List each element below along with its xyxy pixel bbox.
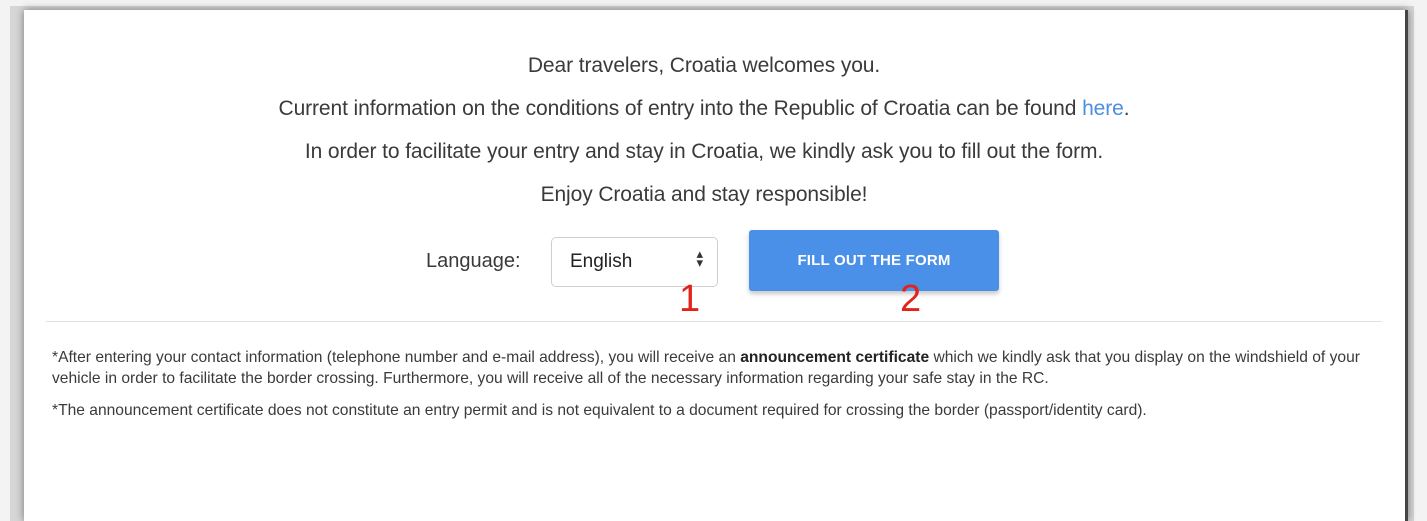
welcome-line: Dear travelers, Croatia welcomes you. (527, 54, 881, 77)
up-down-arrows-icon: ▴ ▾ (696, 246, 703, 270)
entry-info-line: Current information on the conditions of… (24, 87, 1384, 130)
certificate-note: *After entering your contact information… (52, 347, 1387, 389)
notes-section: *After entering your contact information… (52, 347, 1387, 432)
certificate-term: announcement certificate (740, 349, 930, 366)
certificate-note-text: *After entering your contact information… (52, 349, 741, 366)
entry-info-link[interactable]: here (1082, 97, 1124, 120)
entry-info-text: Current information on the conditions of… (278, 97, 1083, 120)
disclaimer-note: *The announcement certificate does not c… (52, 402, 1147, 419)
annotation-marker-1: 1 (679, 278, 701, 320)
annotation-marker-2: 2 (900, 278, 922, 320)
language-label: Language: (426, 250, 521, 272)
form-controls: Language: English ▴ ▾ FILL OUT THE FORM (24, 230, 1384, 292)
entry-info-period: . (1123, 97, 1130, 120)
welcome-panel: Dear travelers, Croatia welcomes you. Cu… (24, 10, 1408, 521)
divider (46, 321, 1382, 322)
intro-text: Dear travelers, Croatia welcomes you. Cu… (24, 44, 1384, 216)
fill-out-form-button[interactable]: FILL OUT THE FORM (749, 230, 999, 291)
window-edge (1405, 10, 1408, 521)
language-selected-value: English (570, 251, 633, 272)
form-request-line: In order to facilitate your entry and st… (304, 140, 1104, 163)
enjoy-line: Enjoy Croatia and stay responsible! (540, 183, 868, 206)
